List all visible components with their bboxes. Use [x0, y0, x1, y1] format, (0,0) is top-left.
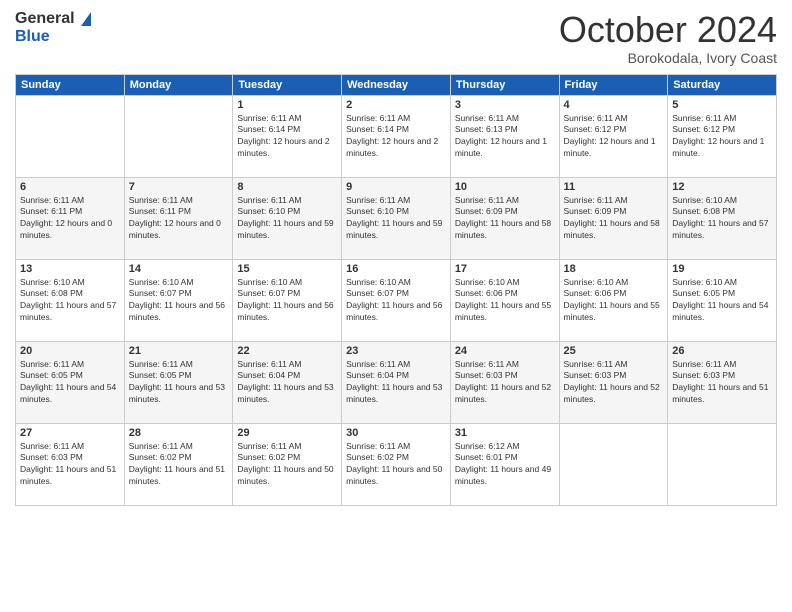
table-row: 16Sunrise: 6:10 AMSunset: 6:07 PMDayligh… [342, 259, 451, 341]
table-row [559, 423, 668, 505]
title-section: October 2024 Borokodala, Ivory Coast [559, 10, 777, 66]
table-row: 31Sunrise: 6:12 AMSunset: 6:01 PMDayligh… [450, 423, 559, 505]
col-wednesday: Wednesday [342, 74, 451, 95]
table-row: 5Sunrise: 6:11 AMSunset: 6:12 PMDaylight… [668, 95, 777, 177]
header-row: Sunday Monday Tuesday Wednesday Thursday… [16, 74, 777, 95]
location: Borokodala, Ivory Coast [559, 50, 777, 66]
table-row: 29Sunrise: 6:11 AMSunset: 6:02 PMDayligh… [233, 423, 342, 505]
table-row: 27Sunrise: 6:11 AMSunset: 6:03 PMDayligh… [16, 423, 125, 505]
table-row: 11Sunrise: 6:11 AMSunset: 6:09 PMDayligh… [559, 177, 668, 259]
month-title: October 2024 [559, 10, 777, 50]
table-row: 19Sunrise: 6:10 AMSunset: 6:05 PMDayligh… [668, 259, 777, 341]
table-row: 17Sunrise: 6:10 AMSunset: 6:06 PMDayligh… [450, 259, 559, 341]
header: General Blue October 2024 Borokodala, Iv… [15, 10, 777, 66]
table-row: 1Sunrise: 6:11 AMSunset: 6:14 PMDaylight… [233, 95, 342, 177]
table-row: 3Sunrise: 6:11 AMSunset: 6:13 PMDaylight… [450, 95, 559, 177]
table-row: 12Sunrise: 6:10 AMSunset: 6:08 PMDayligh… [668, 177, 777, 259]
table-row [16, 95, 125, 177]
table-row: 15Sunrise: 6:10 AMSunset: 6:07 PMDayligh… [233, 259, 342, 341]
table-row: 30Sunrise: 6:11 AMSunset: 6:02 PMDayligh… [342, 423, 451, 505]
table-row: 2Sunrise: 6:11 AMSunset: 6:14 PMDaylight… [342, 95, 451, 177]
table-row: 7Sunrise: 6:11 AMSunset: 6:11 PMDaylight… [124, 177, 233, 259]
table-row: 28Sunrise: 6:11 AMSunset: 6:02 PMDayligh… [124, 423, 233, 505]
table-row [124, 95, 233, 177]
table-row: 14Sunrise: 6:10 AMSunset: 6:07 PMDayligh… [124, 259, 233, 341]
table-row [668, 423, 777, 505]
table-row: 26Sunrise: 6:11 AMSunset: 6:03 PMDayligh… [668, 341, 777, 423]
table-row: 20Sunrise: 6:11 AMSunset: 6:05 PMDayligh… [16, 341, 125, 423]
table-row: 6Sunrise: 6:11 AMSunset: 6:11 PMDaylight… [16, 177, 125, 259]
table-row: 18Sunrise: 6:10 AMSunset: 6:06 PMDayligh… [559, 259, 668, 341]
col-monday: Monday [124, 74, 233, 95]
col-sunday: Sunday [16, 74, 125, 95]
table-row: 8Sunrise: 6:11 AMSunset: 6:10 PMDaylight… [233, 177, 342, 259]
col-thursday: Thursday [450, 74, 559, 95]
table-row: 13Sunrise: 6:10 AMSunset: 6:08 PMDayligh… [16, 259, 125, 341]
table-row: 22Sunrise: 6:11 AMSunset: 6:04 PMDayligh… [233, 341, 342, 423]
col-friday: Friday [559, 74, 668, 95]
calendar-table: Sunday Monday Tuesday Wednesday Thursday… [15, 74, 777, 506]
table-row: 21Sunrise: 6:11 AMSunset: 6:05 PMDayligh… [124, 341, 233, 423]
logo: General Blue [15, 10, 91, 45]
table-row: 9Sunrise: 6:11 AMSunset: 6:10 PMDaylight… [342, 177, 451, 259]
table-row: 23Sunrise: 6:11 AMSunset: 6:04 PMDayligh… [342, 341, 451, 423]
col-tuesday: Tuesday [233, 74, 342, 95]
table-row: 25Sunrise: 6:11 AMSunset: 6:03 PMDayligh… [559, 341, 668, 423]
table-row: 24Sunrise: 6:11 AMSunset: 6:03 PMDayligh… [450, 341, 559, 423]
table-row: 4Sunrise: 6:11 AMSunset: 6:12 PMDaylight… [559, 95, 668, 177]
calendar-body: 1Sunrise: 6:11 AMSunset: 6:14 PMDaylight… [16, 95, 777, 505]
col-saturday: Saturday [668, 74, 777, 95]
table-row: 10Sunrise: 6:11 AMSunset: 6:09 PMDayligh… [450, 177, 559, 259]
